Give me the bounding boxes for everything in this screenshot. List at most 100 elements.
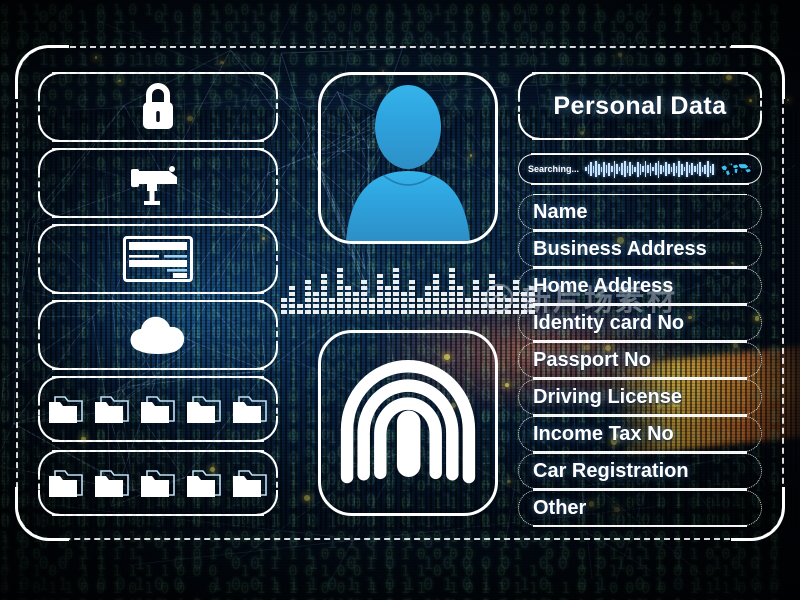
person-scan-frame[interactable] [318,72,498,244]
credit-card-icon [123,236,193,282]
field-label: Other [533,497,586,520]
field-row[interactable]: Driving License [518,379,762,415]
waveform-bar [665,162,667,176]
personal-data-field-list: Name Business Address Home Address Identity… [518,194,762,527]
field-row[interactable]: Income Tax No [518,416,762,452]
waveform-bar [699,162,701,176]
panel-corner-tl [38,224,64,250]
equalizer-bar [353,292,359,314]
equalizer-bar [457,286,463,314]
panel-credit-card[interactable] [38,224,278,294]
field-label: Passport No [533,349,651,372]
field-label: Car Registration [533,460,689,483]
fingerprint-scan-frame[interactable] [318,330,498,516]
waveform-bar [658,161,660,178]
waveform-bar [681,164,683,175]
field-row[interactable]: Car Registration [518,453,762,489]
equalizer-bar [337,268,343,314]
waveform-bar [640,164,642,175]
panel-corner-br [252,268,278,294]
equalizer-bar [417,298,423,314]
waveform-bar [627,166,629,173]
panel-corner-bl [38,416,64,442]
panel-corner-tr [252,224,278,250]
panel-corner-bl [38,192,64,218]
equalizer-bar [465,298,471,314]
equalizer-bar [361,280,367,314]
folder-icon [139,467,177,499]
waveform-bar [704,165,706,174]
waveform-bar [593,166,595,173]
panel-padlock[interactable] [38,72,278,142]
field-row[interactable]: Business Address [518,231,762,267]
waveform-bar [707,161,709,177]
waveform-bar [619,167,621,171]
panel-corner-tr [252,376,278,402]
equalizer-bar [377,274,383,314]
padlock-icon [136,81,180,133]
equalizer-bar [401,292,407,314]
equalizer-bar [497,286,503,314]
waveform-bar [710,166,712,173]
equalizer-bar [313,292,319,314]
equalizer-bar [385,286,391,314]
equalizer-bar [289,286,295,314]
waveform-bar [614,161,616,178]
waveform-bar [598,164,600,175]
panel-folders-row-1[interactable] [38,376,278,442]
waveform-bar [684,167,686,171]
equalizer-bar [393,268,399,314]
panel-corner-br [252,490,278,516]
panel-corner-tl [38,72,64,98]
waveform-bar [632,165,634,174]
panel-corner-br [252,416,278,442]
field-label: Home Address [533,275,673,298]
folder-icon [185,393,223,425]
equalizer-bar [281,298,287,314]
field-label: Driving License [533,386,682,409]
waveform-bar [697,164,699,174]
panel-corner-br [252,116,278,142]
field-label: Business Address [533,238,707,261]
equalizer-bar [441,292,447,314]
waveform-bar [702,167,704,172]
waveform-bar [652,167,654,171]
panel-corner-br [736,114,762,140]
right-data-column: Personal Data Searching... Name Business … [518,72,762,520]
equalizer-bar [345,286,351,314]
panel-corner-bl [518,114,544,140]
frame-dash-right [495,131,498,184]
field-label: Identity card No [533,312,684,335]
waveform-bar [629,162,631,176]
panel-corner-tr [252,300,278,326]
folder-icon [139,393,177,425]
field-row[interactable]: Identity card No [518,305,762,341]
equalizer-bar [433,274,439,314]
panel-corner-tl [38,376,64,402]
frame-dash-bottom [380,513,436,516]
audio-waveform-icon [585,160,714,178]
page-title: Personal Data [553,92,726,121]
field-row[interactable]: Other [518,490,762,526]
field-row[interactable]: Passport No [518,342,762,378]
equalizer-bar [505,298,511,314]
cctv-camera-icon [129,160,187,206]
waveform-bar [642,166,644,172]
equalizer-bar [369,298,375,314]
field-row[interactable]: Home Address [518,268,762,304]
field-label: Name [533,201,587,224]
waveform-bar [590,162,592,176]
panel-corner-tr [252,450,278,476]
waveform-bar [691,163,693,175]
equalizer-bar [449,268,455,314]
waveform-bar [660,165,662,174]
panel-cctv-camera[interactable] [38,148,278,218]
waveform-bar [689,165,691,173]
panel-corner-bl [38,268,64,294]
panel-folders-row-2[interactable] [38,450,278,516]
field-row[interactable]: Name [518,194,762,230]
fingerprint-icon [321,333,495,513]
search-status-bar[interactable]: Searching... [518,154,762,184]
waveform-bar [650,163,652,176]
panel-cloud[interactable] [38,300,278,370]
